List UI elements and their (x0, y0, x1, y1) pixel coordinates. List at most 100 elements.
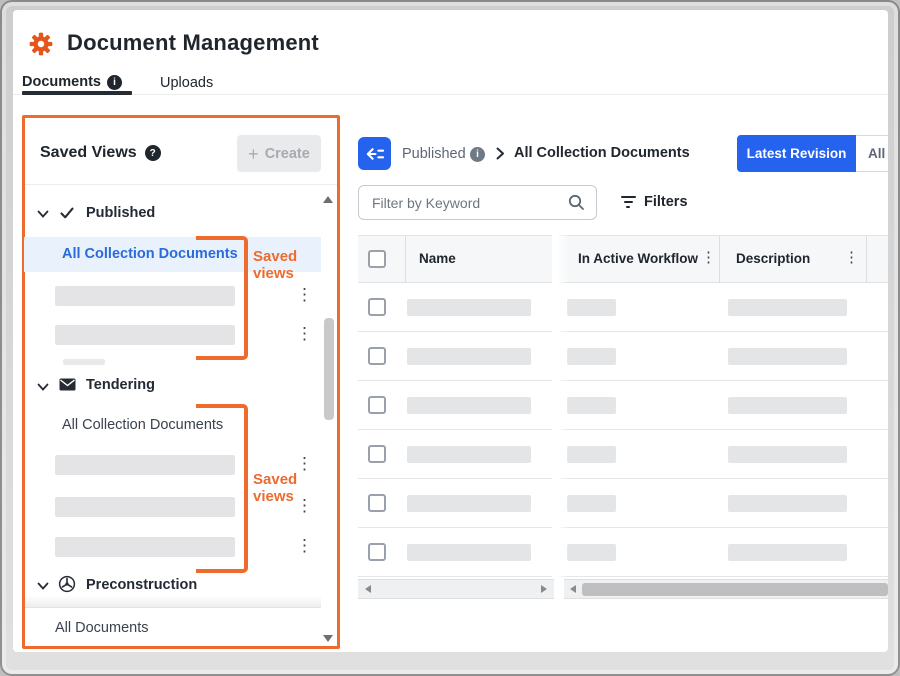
collapse-panel-icon (365, 146, 385, 162)
name-cell-skeleton (407, 299, 531, 316)
column-divider (405, 236, 406, 282)
chevron-down-icon[interactable] (36, 207, 50, 226)
keyword-filter-field (358, 185, 597, 220)
name-cell-skeleton (407, 544, 531, 561)
kebab-menu-icon[interactable]: ⋮ (296, 537, 313, 554)
select-all-checkbox[interactable] (368, 250, 386, 268)
help-icon[interactable]: ? (145, 145, 161, 161)
kebab-menu-icon[interactable]: ⋮ (296, 286, 313, 303)
active-tab-underline (22, 91, 132, 95)
description-cell-skeleton (728, 446, 847, 463)
tab-uploads-label: Uploads (160, 75, 213, 91)
group-preconstruction[interactable]: Preconstruction (86, 577, 197, 593)
table-hscrollbar-thumb[interactable] (582, 583, 888, 596)
sidebar-divider (25, 184, 337, 185)
column-divider (719, 236, 720, 282)
tab-documents-label: Documents (22, 74, 101, 90)
gear-icon (28, 31, 54, 62)
app-window: Document Management Documents i Uploads … (13, 10, 888, 652)
column-menu-icon[interactable]: ⋮ (844, 250, 859, 265)
check-icon (59, 205, 75, 226)
keyword-filter-input[interactable] (358, 185, 597, 220)
description-cell-skeleton (728, 544, 847, 561)
row-checkbox[interactable] (368, 347, 386, 365)
filter-icon (620, 196, 636, 208)
row-checkbox[interactable] (368, 543, 386, 561)
create-view-label: Create (265, 146, 310, 162)
table-row[interactable] (358, 430, 888, 479)
filters-button[interactable]: Filters (620, 187, 700, 217)
table-row[interactable] (358, 283, 888, 332)
name-cell-skeleton (407, 495, 531, 512)
tab-documents[interactable]: Documents i (22, 74, 122, 90)
chevron-down-icon[interactable] (36, 380, 50, 399)
table-row[interactable] (358, 479, 888, 528)
breadcrumb-parent[interactable]: Published (402, 146, 466, 162)
kebab-menu-icon[interactable]: ⋮ (296, 497, 313, 514)
table-hscrollbar[interactable] (564, 579, 888, 599)
collapse-sidebar-button[interactable] (358, 137, 391, 170)
scroll-up-arrow[interactable] (323, 196, 333, 203)
sidebar-item-all-documents[interactable]: All Documents (55, 620, 148, 636)
annotation-label: Savedviews (253, 248, 297, 282)
saved-views-title: Saved Views ? (40, 144, 161, 162)
workflow-cell-skeleton (567, 495, 616, 512)
name-cell-skeleton (407, 446, 531, 463)
description-cell-skeleton (728, 397, 847, 414)
column-divider (866, 236, 867, 282)
info-icon[interactable]: i (107, 75, 122, 90)
group-tendering[interactable]: Tendering (86, 377, 155, 393)
column-menu-icon[interactable]: ⋮ (701, 250, 716, 265)
column-header-description[interactable]: Description (736, 251, 810, 266)
sidebar-scrollbar-thumb[interactable] (324, 318, 334, 420)
breadcrumb-chevron-icon (496, 147, 505, 165)
row-checkbox[interactable] (368, 298, 386, 316)
table-row[interactable] (358, 528, 888, 577)
description-cell-skeleton (728, 299, 847, 316)
name-cell-skeleton (407, 397, 531, 414)
breadcrumb-current: All Collection Documents (514, 145, 690, 161)
filters-label: Filters (644, 194, 688, 210)
page-title: Document Management (67, 30, 319, 56)
column-header-name[interactable]: Name (419, 251, 456, 266)
envelope-icon (59, 378, 76, 396)
search-icon[interactable] (568, 194, 585, 216)
table-row[interactable] (358, 332, 888, 381)
scroll-down-arrow[interactable] (323, 635, 333, 642)
scroll-right-arrow[interactable] (541, 585, 547, 593)
table-row[interactable] (358, 381, 888, 430)
annotation-bracket (196, 236, 248, 360)
workflow-cell-skeleton (567, 446, 616, 463)
sidebar-footer-shadow (25, 595, 321, 607)
group-published[interactable]: Published (86, 205, 155, 221)
annotation-bracket (196, 404, 248, 573)
workflow-cell-skeleton (567, 544, 616, 561)
row-checkbox[interactable] (368, 445, 386, 463)
saved-views-title-text: Saved Views (40, 144, 137, 162)
sidebar-footer-divider (25, 607, 321, 608)
tabs-divider (13, 94, 888, 95)
description-cell-skeleton (728, 348, 847, 365)
plus-icon: + (248, 145, 259, 163)
workflow-cell-skeleton (567, 397, 616, 414)
kebab-menu-icon[interactable]: ⋮ (296, 325, 313, 342)
name-cell-skeleton (407, 348, 531, 365)
workflow-cell-skeleton (567, 299, 616, 316)
frozen-column-shadow (552, 235, 569, 578)
workflow-cell-skeleton (567, 348, 616, 365)
latest-revision-toggle[interactable]: Latest Revision (737, 135, 856, 172)
annotation-label: Savedviews (253, 471, 297, 505)
scroll-left-arrow[interactable] (365, 585, 371, 593)
kebab-menu-icon[interactable]: ⋮ (296, 455, 313, 472)
all-revisions-toggle[interactable]: All (856, 135, 888, 172)
scroll-left-arrow[interactable] (570, 585, 576, 593)
description-cell-skeleton (728, 495, 847, 512)
tab-uploads[interactable]: Uploads (160, 75, 213, 91)
column-header-workflow[interactable]: In Active Workflow (578, 251, 698, 266)
row-checkbox[interactable] (368, 396, 386, 414)
frozen-pane-hscrollbar[interactable] (358, 579, 554, 599)
row-checkbox[interactable] (368, 494, 386, 512)
info-icon[interactable]: i (470, 147, 485, 162)
create-view-button[interactable]: + Create (237, 135, 321, 172)
saved-view-skeleton-partial (63, 359, 105, 365)
